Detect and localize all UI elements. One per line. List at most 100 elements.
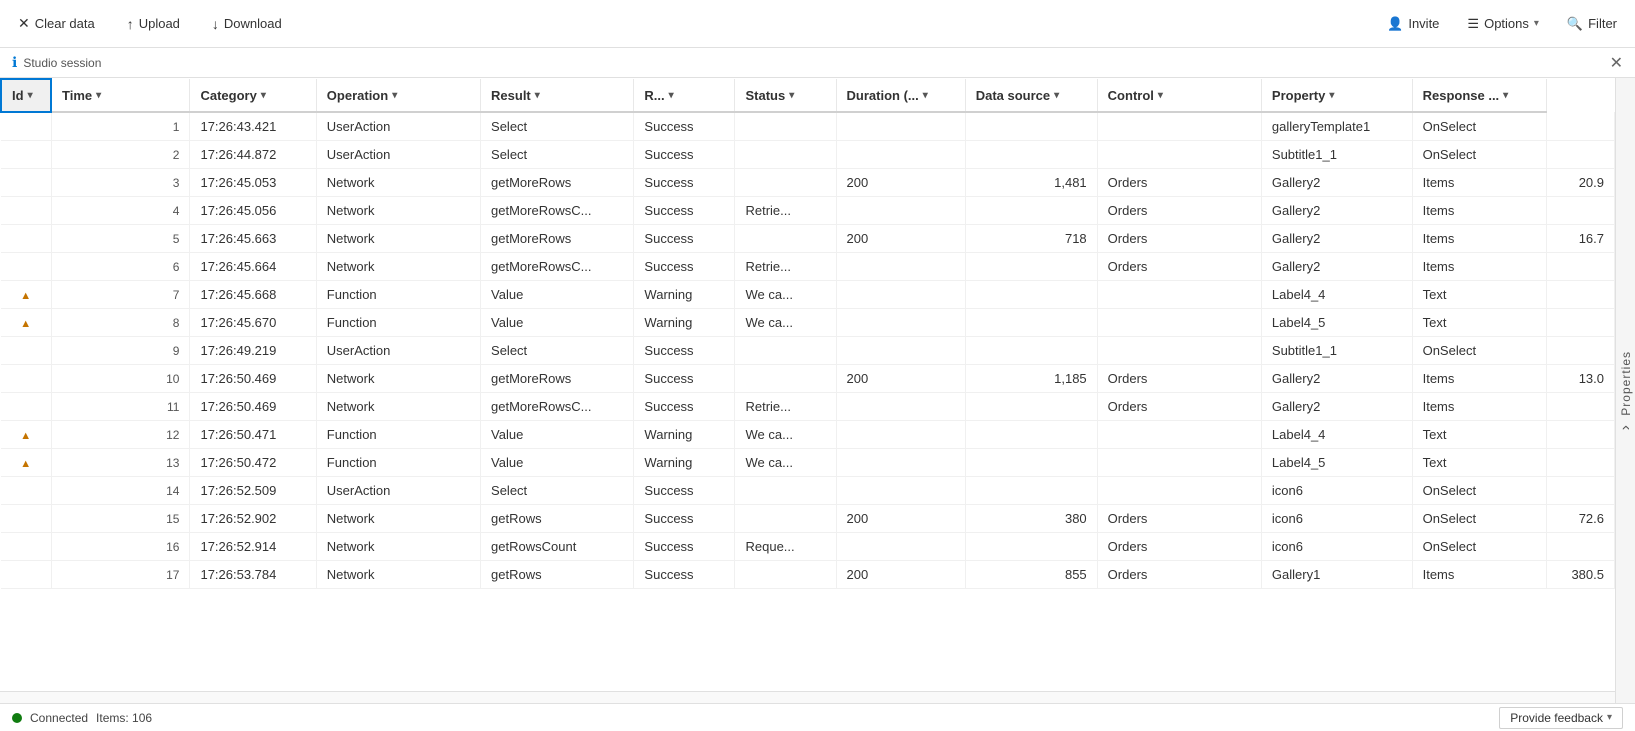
warning-cell — [1, 169, 51, 197]
status-cell — [836, 141, 965, 169]
feedback-label: Provide feedback — [1510, 711, 1603, 725]
table-row[interactable]: ▲717:26:45.668FunctionValueWarningWe ca.… — [1, 281, 1615, 309]
table-row[interactable]: 917:26:49.219UserActionSelectSuccessSubt… — [1, 337, 1615, 365]
table-row[interactable]: ▲1317:26:50.472FunctionValueWarningWe ca… — [1, 449, 1615, 477]
property-cell: Items — [1412, 253, 1547, 281]
col-category[interactable]: Category ▾ — [190, 79, 316, 112]
time-cell: 17:26:45.670 — [190, 309, 316, 337]
category-cell: Network — [316, 225, 480, 253]
col-duration[interactable]: Duration (... ▾ — [836, 79, 965, 112]
table-row[interactable]: 1517:26:52.902NetworkgetRowsSuccess20038… — [1, 505, 1615, 533]
col-r[interactable]: R... ▾ — [634, 79, 735, 112]
control-cell: icon6 — [1261, 505, 1412, 533]
status-cell: 200 — [836, 225, 965, 253]
col-response[interactable]: Response ... ▾ — [1412, 79, 1547, 112]
table-row[interactable]: 517:26:45.663NetworkgetMoreRowsSuccess20… — [1, 225, 1615, 253]
category-sort-icon: ▾ — [261, 90, 266, 101]
status-cell — [836, 309, 965, 337]
duration-cell — [965, 449, 1097, 477]
time-cell: 17:26:53.784 — [190, 561, 316, 589]
invite-icon: 👤 — [1387, 16, 1403, 32]
table-row[interactable]: 1617:26:52.914NetworkgetRowsCountSuccess… — [1, 533, 1615, 561]
r-cell — [735, 141, 836, 169]
result-cell: Success — [634, 141, 735, 169]
response-cell — [1547, 393, 1615, 421]
datasource-cell — [1097, 421, 1261, 449]
col-datasource[interactable]: Data source ▾ — [965, 79, 1097, 112]
filter-button[interactable]: 🔍 Filter — [1561, 12, 1623, 36]
warning-cell — [1, 225, 51, 253]
status-cell: 200 — [836, 505, 965, 533]
properties-side-panel[interactable]: Properties › — [1615, 78, 1635, 703]
table-row[interactable]: 1417:26:52.509UserActionSelectSuccessico… — [1, 477, 1615, 505]
control-cell: Gallery2 — [1261, 253, 1412, 281]
time-cell: 17:26:50.471 — [190, 421, 316, 449]
time-cell: 17:26:43.421 — [190, 112, 316, 141]
category-cell: Network — [316, 505, 480, 533]
r-sort-icon: ▾ — [669, 90, 674, 101]
operation-cell: getMoreRows — [481, 225, 634, 253]
control-cell: icon6 — [1261, 533, 1412, 561]
status-left: Connected Items: 106 — [12, 711, 152, 725]
table-body: 117:26:43.421UserActionSelectSuccessgall… — [1, 112, 1615, 589]
table-row[interactable]: 1117:26:50.469NetworkgetMoreRowsC...Succ… — [1, 393, 1615, 421]
result-cell: Success — [634, 337, 735, 365]
col-operation[interactable]: Operation ▾ — [316, 79, 480, 112]
table-area: Id ▾ Time ▾ Category ▾ Operation ▾ Resul — [0, 78, 1615, 703]
datasource-cell: Orders — [1097, 561, 1261, 589]
download-button[interactable]: ↓ Download — [206, 12, 288, 36]
warning-cell: ▲ — [1, 281, 51, 309]
time-cell: 17:26:50.469 — [190, 393, 316, 421]
id-cell: 2 — [51, 141, 190, 169]
operation-cell: getRows — [481, 561, 634, 589]
operation-cell: getMoreRows — [481, 169, 634, 197]
provide-feedback-button[interactable]: Provide feedback ▾ — [1499, 707, 1623, 729]
session-close-button[interactable]: ✕ — [1610, 53, 1623, 73]
operation-cell: Select — [481, 477, 634, 505]
duration-cell — [965, 309, 1097, 337]
warning-cell — [1, 533, 51, 561]
operation-cell: Value — [481, 281, 634, 309]
invite-button[interactable]: 👤 Invite — [1381, 12, 1445, 36]
response-sort-icon: ▾ — [1503, 90, 1508, 101]
response-cell: 13.0 — [1547, 365, 1615, 393]
category-cell: Network — [316, 393, 480, 421]
table-row[interactable]: 117:26:43.421UserActionSelectSuccessgall… — [1, 112, 1615, 141]
col-control[interactable]: Control ▾ — [1097, 79, 1261, 112]
r-cell: Reque... — [735, 533, 836, 561]
status-cell — [836, 393, 965, 421]
table-row[interactable]: 617:26:45.664NetworkgetMoreRowsC...Succe… — [1, 253, 1615, 281]
warning-cell — [1, 141, 51, 169]
options-button[interactable]: ☰ Options ▾ — [1461, 12, 1545, 36]
id-cell: 14 — [51, 477, 190, 505]
duration-cell: 855 — [965, 561, 1097, 589]
table-row[interactable]: 1717:26:53.784NetworkgetRowsSuccess20085… — [1, 561, 1615, 589]
col-time[interactable]: Time ▾ — [51, 79, 190, 112]
response-cell — [1547, 477, 1615, 505]
table-row[interactable]: 317:26:45.053NetworkgetMoreRowsSuccess20… — [1, 169, 1615, 197]
table-row[interactable]: 217:26:44.872UserActionSelectSuccessSubt… — [1, 141, 1615, 169]
property-cell: Text — [1412, 309, 1547, 337]
table-row[interactable]: ▲817:26:45.670FunctionValueWarningWe ca.… — [1, 309, 1615, 337]
col-result[interactable]: Result ▾ — [481, 79, 634, 112]
table-scroll-wrapper[interactable]: Id ▾ Time ▾ Category ▾ Operation ▾ Resul — [0, 78, 1615, 691]
connected-label: Connected — [30, 711, 88, 725]
horizontal-scroll-area[interactable] — [0, 691, 1615, 703]
upload-button[interactable]: ↑ Upload — [121, 12, 186, 36]
table-row[interactable]: 417:26:45.056NetworkgetMoreRowsC...Succe… — [1, 197, 1615, 225]
col-id[interactable]: Id ▾ — [1, 79, 51, 112]
property-cell: OnSelect — [1412, 337, 1547, 365]
items-count: Items: 106 — [96, 711, 152, 725]
table-row[interactable]: 1017:26:50.469NetworkgetMoreRowsSuccess2… — [1, 365, 1615, 393]
clear-data-button[interactable]: ✕ Clear data — [12, 11, 101, 36]
id-cell: 3 — [51, 169, 190, 197]
col-status[interactable]: Status ▾ — [735, 79, 836, 112]
control-cell: Label4_5 — [1261, 309, 1412, 337]
property-cell: Text — [1412, 449, 1547, 477]
r-cell — [735, 365, 836, 393]
session-bar: ℹ Studio session ✕ — [0, 48, 1635, 78]
result-cell: Success — [634, 365, 735, 393]
col-property[interactable]: Property ▾ — [1261, 79, 1412, 112]
r-cell — [735, 169, 836, 197]
table-row[interactable]: ▲1217:26:50.471FunctionValueWarningWe ca… — [1, 421, 1615, 449]
